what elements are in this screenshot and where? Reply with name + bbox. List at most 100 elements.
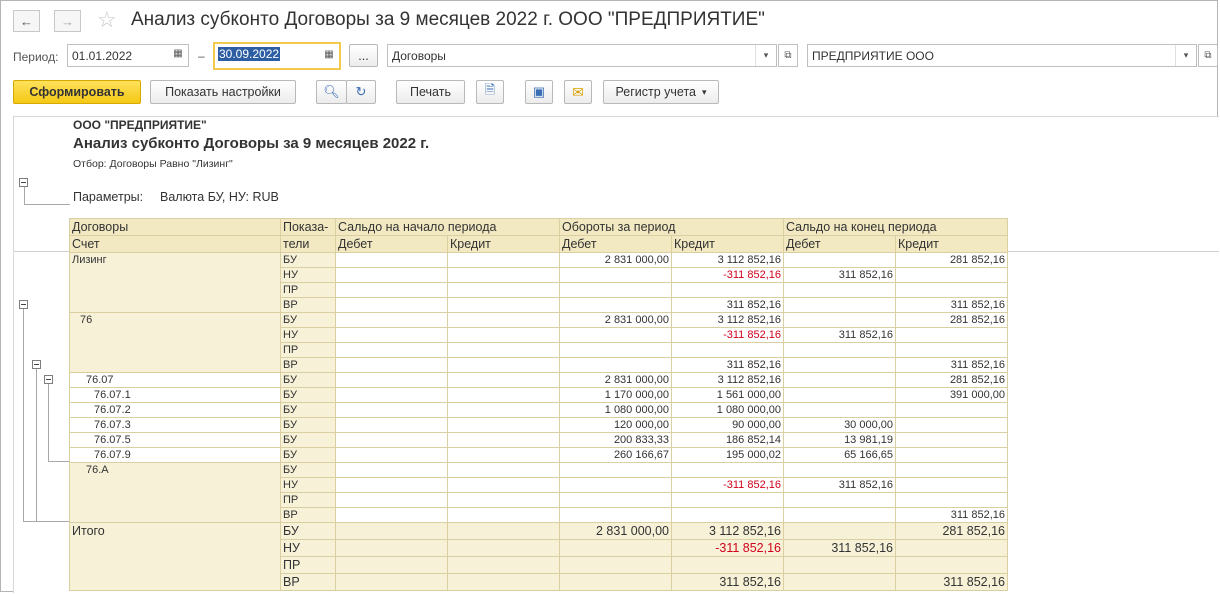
- cell-turnover-debit[interactable]: 260 166,67: [559, 447, 672, 463]
- cell-turnover-debit[interactable]: 2 831 000,00: [559, 372, 672, 388]
- cell-turnover-credit[interactable]: 1 561 000,00: [671, 387, 784, 403]
- cell-turnover-credit[interactable]: 3 112 852,16: [671, 252, 784, 268]
- cell-closing-debit[interactable]: [783, 387, 896, 403]
- cell-opening-credit[interactable]: [447, 477, 560, 493]
- generate-button[interactable]: Сформировать: [13, 80, 141, 104]
- cell-closing-debit[interactable]: 311 852,16: [783, 327, 896, 343]
- collapse-icon[interactable]: [19, 300, 28, 309]
- row-account[interactable]: Итого: [69, 522, 281, 591]
- cell-closing-credit[interactable]: [895, 342, 1008, 358]
- cell-turnover-debit[interactable]: 2 831 000,00: [559, 522, 672, 540]
- cell-closing-debit[interactable]: [783, 252, 896, 268]
- table-row[interactable]: 76.07.9 БУ 260 166,67 195 000,02 65 166,65: [69, 447, 1008, 463]
- cell-turnover-debit[interactable]: 200 833,33: [559, 432, 672, 448]
- subconto-select[interactable]: Договоры ▾: [387, 44, 777, 67]
- open-subconto-button[interactable]: ⧉: [778, 44, 798, 67]
- cell-closing-credit[interactable]: 311 852,16: [895, 357, 1008, 373]
- cell-turnover-credit[interactable]: [671, 282, 784, 298]
- collapse-icon[interactable]: [44, 375, 53, 384]
- cell-opening-debit[interactable]: [335, 417, 448, 433]
- period-select-button[interactable]: ...: [349, 44, 378, 67]
- cell-closing-credit[interactable]: [895, 447, 1008, 463]
- row-account[interactable]: 76.07.9: [69, 447, 281, 463]
- row-account[interactable]: 76: [69, 312, 281, 373]
- cell-closing-debit[interactable]: [783, 402, 896, 418]
- row-account[interactable]: 76.07.1: [69, 387, 281, 403]
- cell-closing-credit[interactable]: 311 852,16: [895, 297, 1008, 313]
- register-button[interactable]: Регистр учета ▾: [603, 80, 719, 104]
- cell-opening-debit[interactable]: [335, 387, 448, 403]
- cell-closing-credit[interactable]: [895, 556, 1008, 574]
- cell-closing-debit[interactable]: 311 852,16: [783, 539, 896, 557]
- cell-opening-credit[interactable]: [447, 556, 560, 574]
- cell-closing-debit[interactable]: [783, 372, 896, 388]
- cell-turnover-debit[interactable]: [559, 556, 672, 574]
- cell-opening-debit[interactable]: [335, 342, 448, 358]
- cell-closing-debit[interactable]: 65 166,65: [783, 447, 896, 463]
- cell-closing-debit[interactable]: 311 852,16: [783, 267, 896, 283]
- show-settings-button[interactable]: Показать настройки: [150, 80, 296, 104]
- preview-button[interactable]: 🗎︎: [476, 80, 504, 104]
- cell-closing-credit[interactable]: [895, 462, 1008, 478]
- cell-closing-debit[interactable]: [783, 492, 896, 508]
- cell-opening-debit[interactable]: [335, 573, 448, 591]
- cell-closing-credit[interactable]: 281 852,16: [895, 252, 1008, 268]
- cell-opening-credit[interactable]: [447, 297, 560, 313]
- cell-opening-credit[interactable]: [447, 507, 560, 523]
- cell-opening-credit[interactable]: [447, 447, 560, 463]
- cell-turnover-credit[interactable]: 311 852,16: [671, 297, 784, 313]
- cell-opening-credit[interactable]: [447, 327, 560, 343]
- cell-closing-credit[interactable]: [895, 282, 1008, 298]
- cell-opening-credit[interactable]: [447, 492, 560, 508]
- cell-opening-credit[interactable]: [447, 432, 560, 448]
- cell-turnover-credit[interactable]: [671, 556, 784, 574]
- cell-turnover-debit[interactable]: [559, 267, 672, 283]
- cell-opening-debit[interactable]: [335, 556, 448, 574]
- search-button[interactable]: 🔍︎: [316, 80, 347, 104]
- cell-opening-credit[interactable]: [447, 312, 560, 328]
- cell-turnover-debit[interactable]: 2 831 000,00: [559, 252, 672, 268]
- cell-opening-debit[interactable]: [335, 402, 448, 418]
- cell-opening-debit[interactable]: [335, 507, 448, 523]
- table-row[interactable]: Лизинг БУ 2 831 000,00 3 112 852,16 281 852,…: [69, 252, 1008, 313]
- cell-turnover-credit[interactable]: [671, 342, 784, 358]
- row-account[interactable]: 76.07.3: [69, 417, 281, 433]
- cell-closing-debit[interactable]: [783, 556, 896, 574]
- table-row[interactable]: 76.07.1 БУ 1 170 000,00 1 561 000,00 391 000…: [69, 387, 1008, 403]
- cell-closing-debit[interactable]: [783, 282, 896, 298]
- cell-opening-credit[interactable]: [447, 357, 560, 373]
- cell-closing-debit[interactable]: 311 852,16: [783, 477, 896, 493]
- cell-turnover-debit[interactable]: [559, 492, 672, 508]
- star-icon[interactable]: ☆: [97, 7, 117, 33]
- save-button[interactable]: ▣: [525, 80, 553, 104]
- calendar-icon[interactable]: ▦: [322, 49, 336, 63]
- cell-closing-credit[interactable]: 281 852,16: [895, 312, 1008, 328]
- organization-select[interactable]: ПРЕДПРИЯТИЕ ООО ▾: [807, 44, 1197, 67]
- cell-turnover-debit[interactable]: 1 080 000,00: [559, 402, 672, 418]
- cell-opening-credit[interactable]: [447, 402, 560, 418]
- cell-opening-debit[interactable]: [335, 312, 448, 328]
- cell-closing-debit[interactable]: [783, 342, 896, 358]
- cell-opening-debit[interactable]: [335, 522, 448, 540]
- calendar-icon[interactable]: ▦: [171, 48, 185, 62]
- cell-turnover-debit[interactable]: 1 170 000,00: [559, 387, 672, 403]
- cell-opening-credit[interactable]: [447, 387, 560, 403]
- table-row[interactable]: 76.А БУ: [69, 462, 1008, 523]
- cell-turnover-credit[interactable]: -311 852,16: [671, 267, 784, 283]
- back-button[interactable]: ←: [13, 10, 40, 32]
- cell-opening-debit[interactable]: [335, 447, 448, 463]
- cell-closing-debit[interactable]: [783, 573, 896, 591]
- cell-turnover-debit[interactable]: [559, 297, 672, 313]
- cell-closing-credit[interactable]: 311 852,16: [895, 507, 1008, 523]
- cell-closing-debit[interactable]: 30 000,00: [783, 417, 896, 433]
- cell-closing-debit[interactable]: [783, 522, 896, 540]
- cell-opening-debit[interactable]: [335, 327, 448, 343]
- cell-opening-debit[interactable]: [335, 282, 448, 298]
- open-organization-button[interactable]: ⧉: [1198, 44, 1218, 67]
- cell-turnover-credit[interactable]: -311 852,16: [671, 539, 784, 557]
- cell-closing-credit[interactable]: [895, 477, 1008, 493]
- cell-turnover-credit[interactable]: 186 852,14: [671, 432, 784, 448]
- cell-closing-debit[interactable]: 13 981,19: [783, 432, 896, 448]
- cell-closing-credit[interactable]: 311 852,16: [895, 573, 1008, 591]
- collapse-icon[interactable]: [32, 360, 41, 369]
